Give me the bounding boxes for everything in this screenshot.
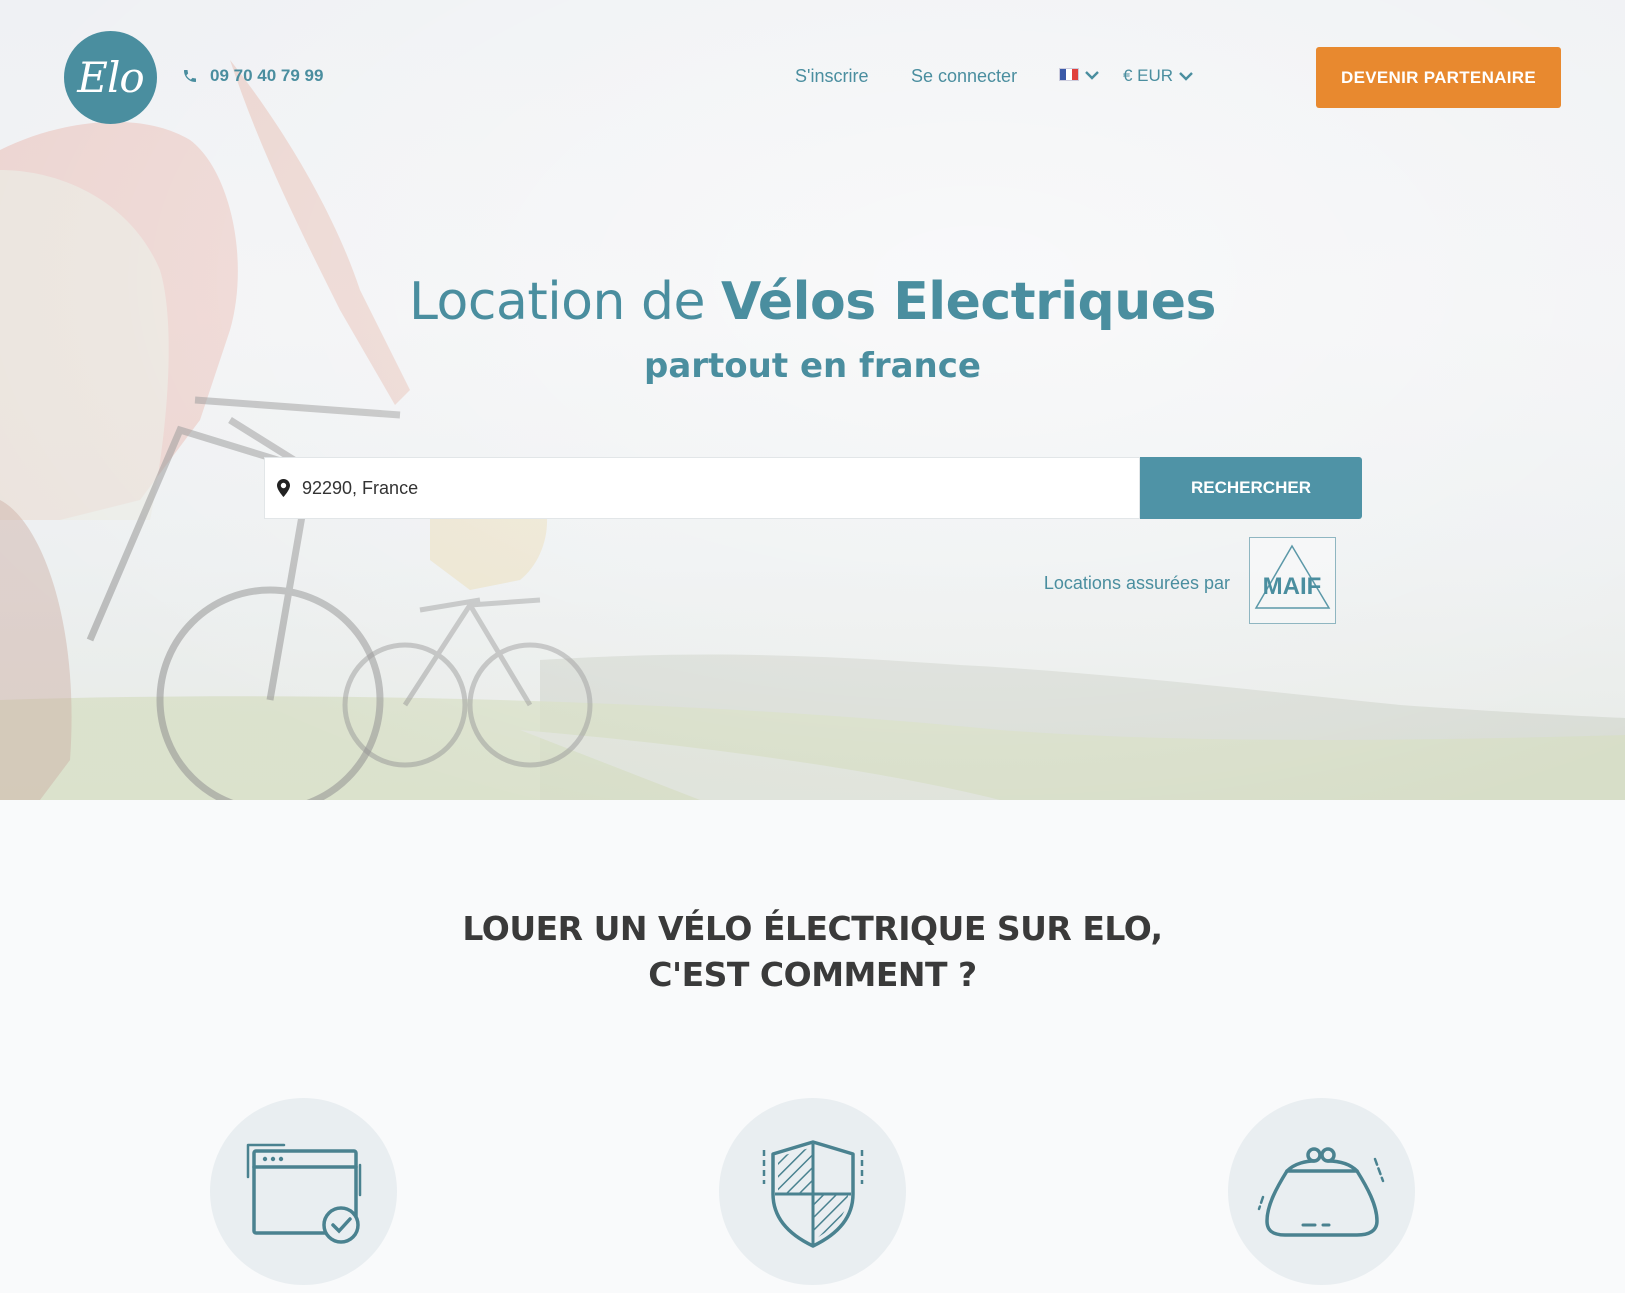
france-flag-icon: [1059, 68, 1079, 81]
search-bar: RECHERCHER: [264, 457, 1362, 519]
feature-insurance: [719, 1098, 906, 1285]
hero-section: Elo 09 70 40 79 99 S'inscrire Se connect…: [0, 0, 1625, 800]
feature-payment: [1228, 1098, 1415, 1285]
shield-icon: [762, 1139, 863, 1248]
section-title-line2: C'EST COMMENT ?: [648, 955, 977, 994]
phone-contact[interactable]: 09 70 40 79 99: [182, 66, 323, 86]
maif-logo-text: MAIF: [1263, 573, 1322, 600]
hero-title-strong: Vélos Electriques: [721, 272, 1217, 332]
hero-subtitle: partout en france: [644, 346, 981, 386]
location-input[interactable]: [302, 458, 1139, 518]
hero-title-prefix: Location de: [409, 272, 705, 332]
phone-icon: [182, 68, 198, 84]
chevron-down-icon: [1085, 70, 1099, 80]
language-selector[interactable]: [1059, 68, 1099, 81]
hero-overlay: [0, 0, 1625, 800]
signup-link[interactable]: S'inscrire: [795, 66, 868, 87]
search-field[interactable]: [264, 457, 1140, 519]
currency-selector[interactable]: € EUR: [1123, 66, 1193, 86]
login-link[interactable]: Se connecter: [911, 66, 1017, 87]
map-pin-icon: [277, 479, 290, 497]
search-button[interactable]: RECHERCHER: [1140, 457, 1362, 519]
section-title: LOUER UN VÉLO ÉLECTRIQUE SUR ELO, C'EST …: [0, 906, 1625, 998]
elo-logo[interactable]: Elo: [64, 31, 157, 124]
currency-label: € EUR: [1123, 66, 1174, 85]
feature-booking: [210, 1098, 397, 1285]
browser-check-icon: [246, 1143, 361, 1244]
phone-number: 09 70 40 79 99: [210, 66, 324, 85]
chevron-down-icon: [1179, 72, 1193, 81]
become-partner-button[interactable]: DEVENIR PARTENAIRE: [1316, 47, 1561, 108]
section-title-line1: LOUER UN VÉLO ÉLECTRIQUE SUR ELO,: [462, 909, 1163, 948]
insurance-label: Locations assurées par: [1043, 573, 1230, 593]
maif-logo[interactable]: MAIF: [1249, 537, 1336, 624]
hero-title: Location de Vélos Electriques: [0, 272, 1625, 332]
purse-icon: [1257, 1146, 1384, 1237]
